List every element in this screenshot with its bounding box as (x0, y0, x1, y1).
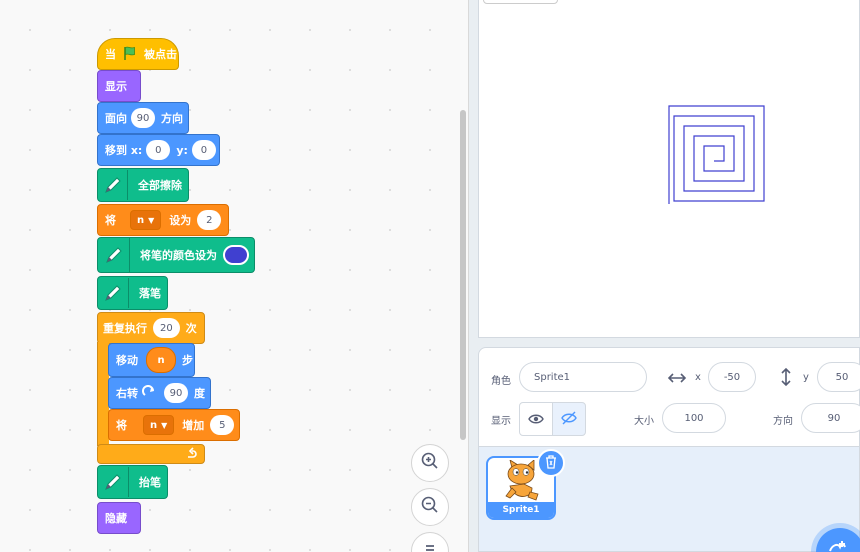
sprite-tile-name: Sprite1 (488, 502, 554, 518)
panel-divider (468, 0, 478, 552)
sprite-thumbnail (502, 459, 542, 508)
variable-dropdown[interactable]: n ▼ (143, 415, 175, 435)
show-label: 显示 (491, 416, 511, 427)
repeat-suffix: 次 (185, 322, 197, 335)
stage-top-tab[interactable] (483, 0, 558, 4)
point-dir-label: 面向 (105, 112, 127, 125)
horizontal-arrows-icon (667, 370, 687, 389)
show-block[interactable]: 显示 (97, 70, 141, 102)
zoom-out-button[interactable] (411, 488, 449, 526)
sprite-name-input[interactable]: Sprite1 (519, 362, 647, 392)
eye-icon (528, 410, 544, 429)
turn-degrees-input[interactable]: 90 (164, 383, 188, 403)
move-steps-block[interactable]: 移动 n 步 (108, 343, 195, 377)
turn-right-block[interactable]: 右转 90 度 (108, 377, 211, 409)
vertical-arrows-icon (779, 367, 793, 391)
point-in-direction-block[interactable]: 面向 90 方向 (97, 102, 189, 134)
change-value-input[interactable]: 5 (210, 415, 235, 435)
pen-down-block[interactable]: 落笔 (97, 276, 168, 310)
pen-down-label: 落笔 (139, 287, 161, 300)
turn-label: 右转 (116, 387, 138, 400)
zoom-reset-button[interactable] (411, 532, 449, 552)
size-label: 大小 (634, 416, 654, 427)
change-var-label: 将 (116, 419, 127, 432)
pen-up-block[interactable]: 抬笔 (97, 465, 168, 499)
add-sprite-icon (828, 540, 846, 552)
pen-color-swatch[interactable] (223, 245, 249, 265)
stage-canvas[interactable] (478, 0, 860, 338)
trash-icon (545, 454, 557, 473)
show-label: 显示 (105, 80, 127, 93)
pen-clear-block[interactable]: 全部擦除 (97, 168, 189, 202)
hide-sprite-button[interactable] (552, 402, 586, 436)
variable-name: n (150, 419, 158, 431)
clear-label: 全部擦除 (138, 179, 182, 192)
sprite-label: 角色 (491, 376, 511, 387)
x-label: x (695, 372, 701, 383)
y-label: y (803, 372, 809, 383)
x-input[interactable]: -50 (708, 362, 756, 392)
set-pen-color-label: 将笔的颜色设为 (140, 249, 217, 262)
size-input[interactable]: 100 (662, 403, 726, 433)
sprite-name-value: Sprite1 (534, 371, 571, 383)
goto-label: 移到 x: (105, 144, 143, 157)
set-value-input[interactable]: 2 (197, 210, 222, 230)
repeat-footer[interactable] (97, 444, 205, 464)
turn-suffix: 度 (194, 387, 205, 400)
move-variable-reporter[interactable]: n (146, 347, 176, 373)
clicked-label: 被点击 (144, 48, 177, 61)
delete-sprite-button[interactable] (537, 449, 565, 477)
set-var-label: 将 (105, 214, 116, 227)
direction-input[interactable]: 90 (131, 108, 155, 128)
zoom-in-button[interactable] (411, 444, 449, 482)
sprite-info-panel: 角色 Sprite1 x -50 y 50 显示 大小 100 方向 90 (478, 347, 860, 447)
hide-block[interactable]: 隐藏 (97, 502, 141, 534)
zoom-reset-icon (420, 539, 440, 552)
goto-y-label: y: (176, 143, 188, 157)
pen-icon (98, 467, 129, 497)
repeat-label: 重复执行 (103, 322, 147, 335)
set-pen-color-block[interactable]: 将笔的颜色设为 (97, 237, 255, 273)
y-input[interactable]: 50 (817, 362, 860, 392)
goto-y-input[interactable]: 0 (191, 140, 216, 160)
eye-slash-icon (560, 410, 578, 429)
zoom-out-icon (420, 495, 440, 519)
variable-dropdown[interactable]: n ▼ (130, 210, 162, 230)
set-variable-block[interactable]: 将 n ▼ 设为 2 (97, 204, 229, 236)
direction-value: 90 (827, 412, 841, 424)
show-sprite-button[interactable] (519, 402, 553, 436)
code-area[interactable]: 当 被点击 显示 面向 90 方向 移到 x: 0 y: 0 全部擦除 将 n … (0, 0, 468, 552)
x-value: -50 (723, 371, 741, 383)
set-to-label: 设为 (169, 214, 192, 227)
change-variable-block[interactable]: 将 n ▼ 增加 5 (108, 409, 240, 441)
green-flag-icon (122, 45, 138, 64)
move-suffix: 步 (182, 354, 193, 367)
turn-right-icon (142, 384, 156, 402)
go-to-xy-block[interactable]: 移到 x: 0 y: 0 (97, 134, 220, 166)
pen-icon (98, 278, 129, 308)
pen-icon (98, 170, 128, 200)
pen-up-label: 抬笔 (139, 476, 161, 489)
when-flag-clicked-block[interactable]: 当 被点击 (97, 38, 179, 70)
loop-arrow-icon (186, 446, 198, 462)
move-label: 移动 (116, 354, 138, 367)
zoom-in-icon (420, 451, 440, 475)
size-value: 100 (684, 412, 704, 424)
direction-label: 方向 (773, 416, 793, 427)
spiral-drawing (668, 105, 765, 204)
chevron-down-icon: ▼ (148, 215, 155, 225)
variable-name: n (137, 214, 145, 226)
y-value: 50 (835, 371, 849, 383)
code-scrollbar[interactable] (460, 110, 466, 440)
hide-label: 隐藏 (105, 512, 127, 525)
repeat-header[interactable]: 重复执行 20 次 (97, 312, 205, 344)
direction-suffix: 方向 (161, 112, 183, 125)
goto-x-input[interactable]: 0 (146, 140, 171, 160)
change-by-label: 增加 (182, 419, 205, 432)
direction-input[interactable]: 90 (801, 403, 860, 433)
when-label: 当 (105, 48, 116, 61)
pen-icon (98, 238, 130, 272)
repeat-count-input[interactable]: 20 (153, 318, 180, 338)
chevron-down-icon: ▼ (161, 420, 168, 430)
